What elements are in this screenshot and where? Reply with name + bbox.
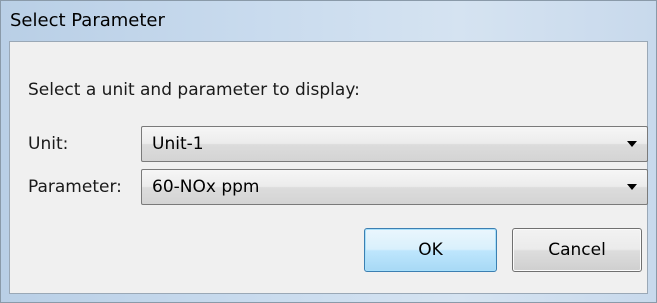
- parameter-label: Parameter:: [28, 177, 122, 197]
- unit-label: Unit:: [28, 134, 69, 154]
- dialog-client-area: Select a unit and parameter to display: …: [9, 41, 648, 294]
- cancel-button[interactable]: Cancel: [512, 228, 642, 272]
- unit-select[interactable]: Unit-1: [141, 126, 648, 162]
- window-title: Select Parameter: [10, 10, 165, 31]
- unit-select-value: Unit-1: [152, 134, 204, 154]
- title-bar[interactable]: Select Parameter: [1, 1, 656, 41]
- prompt-text: Select a unit and parameter to display:: [28, 80, 360, 100]
- chevron-down-icon[interactable]: [627, 141, 637, 147]
- ok-button[interactable]: OK: [364, 228, 497, 272]
- parameter-select[interactable]: 60-NOx ppm: [141, 169, 648, 205]
- dialog-window: Select Parameter Select a unit and param…: [0, 0, 657, 303]
- parameter-select-value: 60-NOx ppm: [152, 177, 260, 197]
- chevron-down-icon[interactable]: [627, 184, 637, 190]
